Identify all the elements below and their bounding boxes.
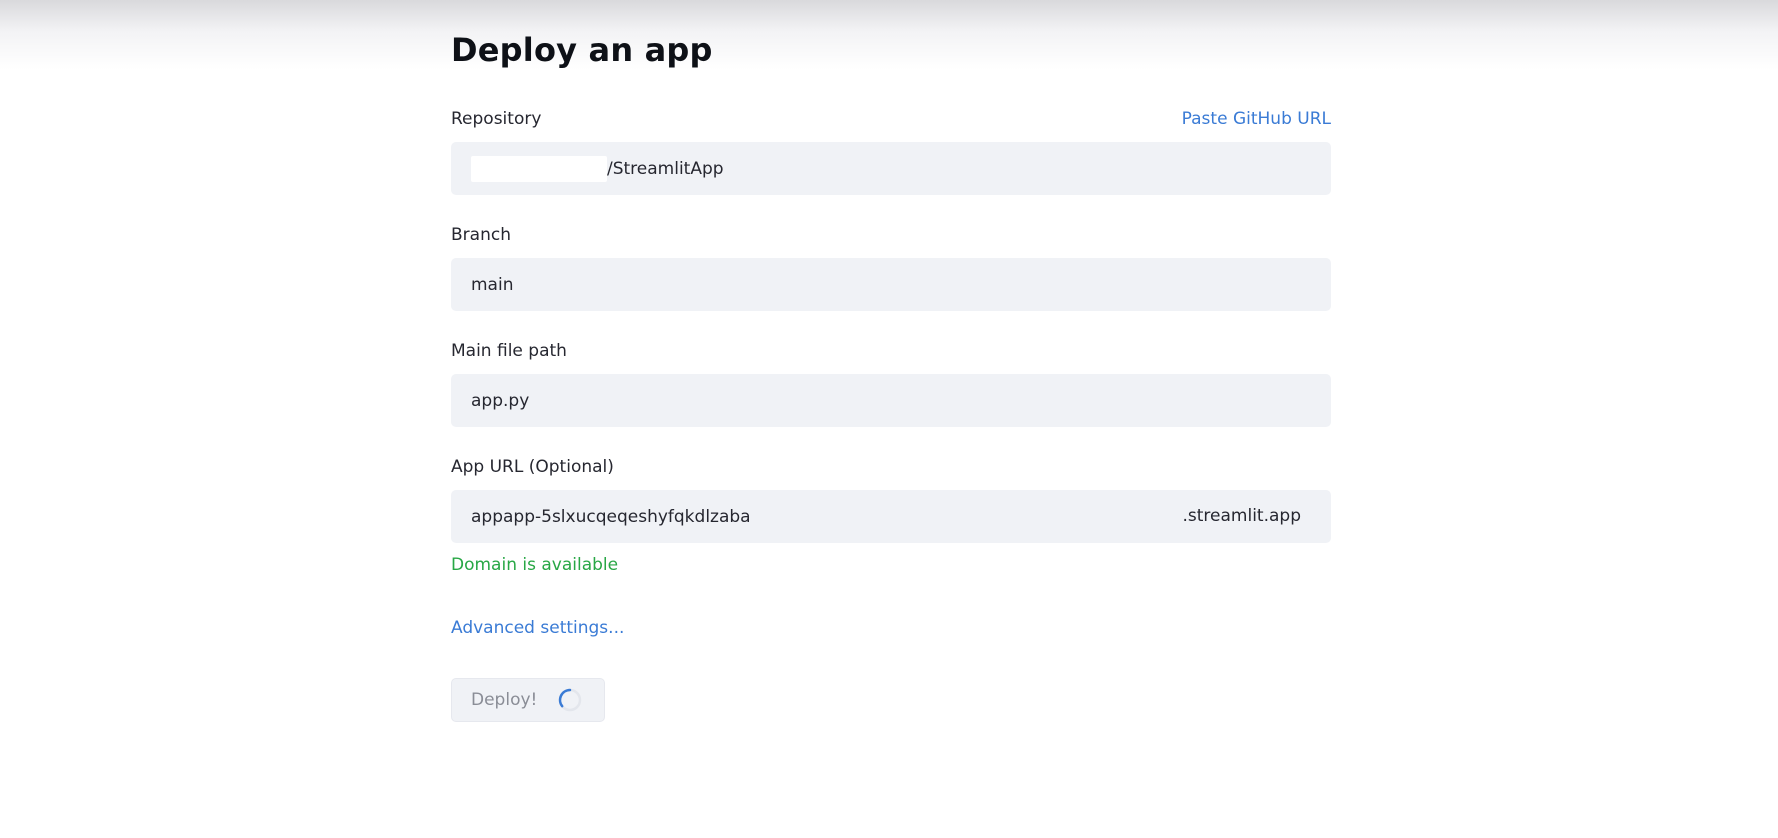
repository-input[interactable]: /StreamlitApp (451, 142, 1331, 195)
page-title: Deploy an app (451, 31, 713, 69)
app-url-label: App URL (Optional) (451, 457, 614, 477)
app-url-suffix: .streamlit.app (1182, 506, 1302, 526)
branch-label: Branch (451, 225, 511, 245)
advanced-settings-link[interactable]: Advanced settings... (451, 617, 624, 639)
repository-value: /StreamlitApp (607, 158, 724, 179)
deploy-button-label: Deploy! (471, 690, 538, 710)
branch-input[interactable]: main (451, 258, 1331, 311)
repository-label: Repository (451, 109, 542, 129)
app-url-input[interactable]: appapp-5slxucqeqeshyfqkdlzaba .streamlit… (451, 490, 1331, 543)
branch-value: main (471, 274, 514, 295)
main-file-input[interactable]: app.py (451, 374, 1331, 427)
app-url-value: appapp-5slxucqeqeshyfqkdlzaba (471, 506, 751, 527)
loading-spinner-icon (557, 687, 583, 713)
main-file-label: Main file path (451, 341, 567, 361)
main-file-value: app.py (471, 390, 530, 411)
deploy-button[interactable]: Deploy! (451, 678, 605, 722)
redacted-owner (471, 155, 607, 182)
paste-github-url-link[interactable]: Paste GitHub URL (1182, 108, 1331, 130)
domain-status-message: Domain is available (451, 555, 619, 575)
top-shade (0, 0, 1778, 70)
